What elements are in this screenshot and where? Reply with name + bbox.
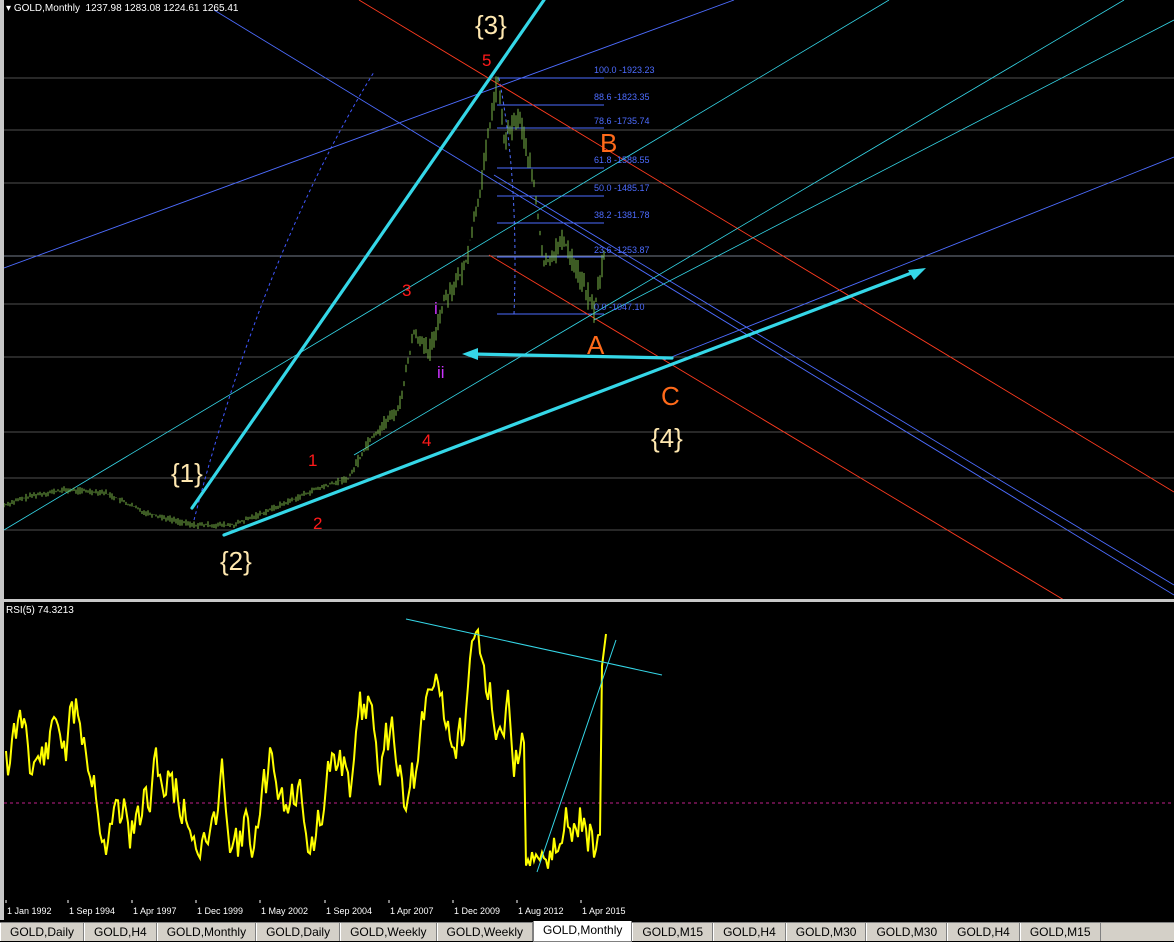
chart-tab[interactable]: GOLD,Monthly xyxy=(156,923,257,941)
wave-label-4: {4} xyxy=(651,423,683,453)
fib-level-label: 38.2 -1381.78 xyxy=(594,210,650,220)
chart-tab[interactable]: GOLD,Monthly xyxy=(533,921,633,942)
price-chart-canvas[interactable]: 100.0 -1923.23 88.6 -1823.35 78.6 -1735.74… xyxy=(4,0,1174,600)
aqua-channel-line xyxy=(593,19,1174,321)
x-tick-label: 1 Jan 1992 xyxy=(7,906,52,916)
fib-level-label: 88.6 -1823.35 xyxy=(594,92,650,102)
chart-tab[interactable]: GOLD,Daily xyxy=(0,923,85,941)
ohlc-readout: 1237.98 1283.08 1224.61 1265.41 xyxy=(85,3,239,14)
blue-channel-line xyxy=(4,0,735,269)
chart-tab[interactable]: GOLD,H4 xyxy=(947,923,1020,941)
x-tick-label: 1 Apr 2007 xyxy=(390,906,434,916)
wave-label-1: {1} xyxy=(171,458,203,488)
blue-channel-line xyxy=(493,174,1174,586)
corrective-wave-A: A xyxy=(587,330,605,360)
chart-tab[interactable]: GOLD,H4 xyxy=(713,923,786,941)
x-tick-label: 1 May 2002 xyxy=(261,906,308,916)
fib-level-label: 23.6 -1253.87 xyxy=(594,245,650,255)
time-axis: 1 Jan 1992 1 Sep 1994 1 Apr 1997 1 Dec 1999… xyxy=(4,900,1174,922)
x-tick-label: 1 Apr 2015 xyxy=(582,906,626,916)
red-channel-line xyxy=(488,254,1065,600)
rsi-line xyxy=(5,627,607,869)
minor-wave-4: 4 xyxy=(422,431,431,450)
rsi-pane[interactable]: RSI(5) 74.3213 xyxy=(4,602,1174,900)
rsi-label: RSI(5) 74.3213 xyxy=(6,605,74,616)
wave-label-2: {2} xyxy=(220,546,252,576)
fib-level-label: 78.6 -1735.74 xyxy=(594,116,650,126)
chart-tab[interactable]: GOLD,M15 xyxy=(632,923,714,941)
rsi-series-line xyxy=(5,627,607,869)
arrow-head-right xyxy=(908,268,926,280)
fib-level-label: 0.0 -1047.10 xyxy=(594,302,645,312)
symbol-title: GOLD,Monthly xyxy=(13,3,80,14)
chart-tab[interactable]: GOLD,M30 xyxy=(866,923,948,941)
minor-wave-2: 2 xyxy=(313,514,322,533)
minor-wave-5: 5 xyxy=(482,51,491,70)
chart-tab-bar: GOLD,Daily GOLD,H4 GOLD,Monthly GOLD,Daily G… xyxy=(0,921,1174,942)
chart-tab[interactable]: GOLD,M15 xyxy=(1019,923,1101,941)
rsi-trendline-top xyxy=(405,618,663,676)
rsi-trendline-rise xyxy=(536,639,617,873)
sub-wave-ii: ii xyxy=(437,363,445,382)
chart-header: ▾ GOLD,Monthly 1237.98 1283.08 1224.61 1… xyxy=(6,3,238,14)
corrective-wave-C: C xyxy=(661,381,680,411)
dotted-projection-line xyxy=(193,71,375,521)
price-bars xyxy=(4,76,605,529)
x-tick-label: 1 Aug 2012 xyxy=(518,906,564,916)
blue-channel-line xyxy=(663,156,1174,361)
arrow-head-left xyxy=(462,348,478,360)
sub-wave-i: i xyxy=(434,299,438,318)
minor-wave-1: 1 xyxy=(308,451,317,470)
chart-tab[interactable]: GOLD,Weekly xyxy=(436,923,534,941)
chart-tab[interactable]: GOLD,Daily xyxy=(256,923,341,941)
x-tick-label: 1 Apr 1997 xyxy=(133,906,177,916)
x-tick-label: 1 Dec 2009 xyxy=(454,906,500,916)
wave-label-3: {3} xyxy=(475,10,507,40)
price-chart-pane[interactable]: 100.0 -1923.23 88.6 -1823.35 78.6 -1735.74… xyxy=(4,0,1174,600)
aqua-channel-line xyxy=(353,0,1125,456)
chart-tab[interactable]: GOLD,Weekly xyxy=(340,923,437,941)
blue-channel-line xyxy=(213,9,1174,596)
corrective-wave-B: B xyxy=(600,128,617,158)
chart-tab[interactable]: GOLD,H4 xyxy=(84,923,157,941)
rsi-canvas[interactable] xyxy=(4,602,1174,900)
fib-level-label: 50.0 -1485.17 xyxy=(594,183,650,193)
x-tick-label: 1 Dec 1999 xyxy=(197,906,243,916)
dropdown-arrow-icon[interactable]: ▾ xyxy=(6,3,11,14)
minor-wave-3: 3 xyxy=(402,281,411,300)
x-tick-label: 1 Sep 1994 xyxy=(69,906,115,916)
x-tick-label: 1 Sep 2004 xyxy=(326,906,372,916)
chart-tab[interactable]: GOLD,M30 xyxy=(785,923,867,941)
chart-window: 100.0 -1923.23 88.6 -1823.35 78.6 -1735.74… xyxy=(0,0,1174,942)
fib-level-label: 100.0 -1923.23 xyxy=(594,65,655,75)
